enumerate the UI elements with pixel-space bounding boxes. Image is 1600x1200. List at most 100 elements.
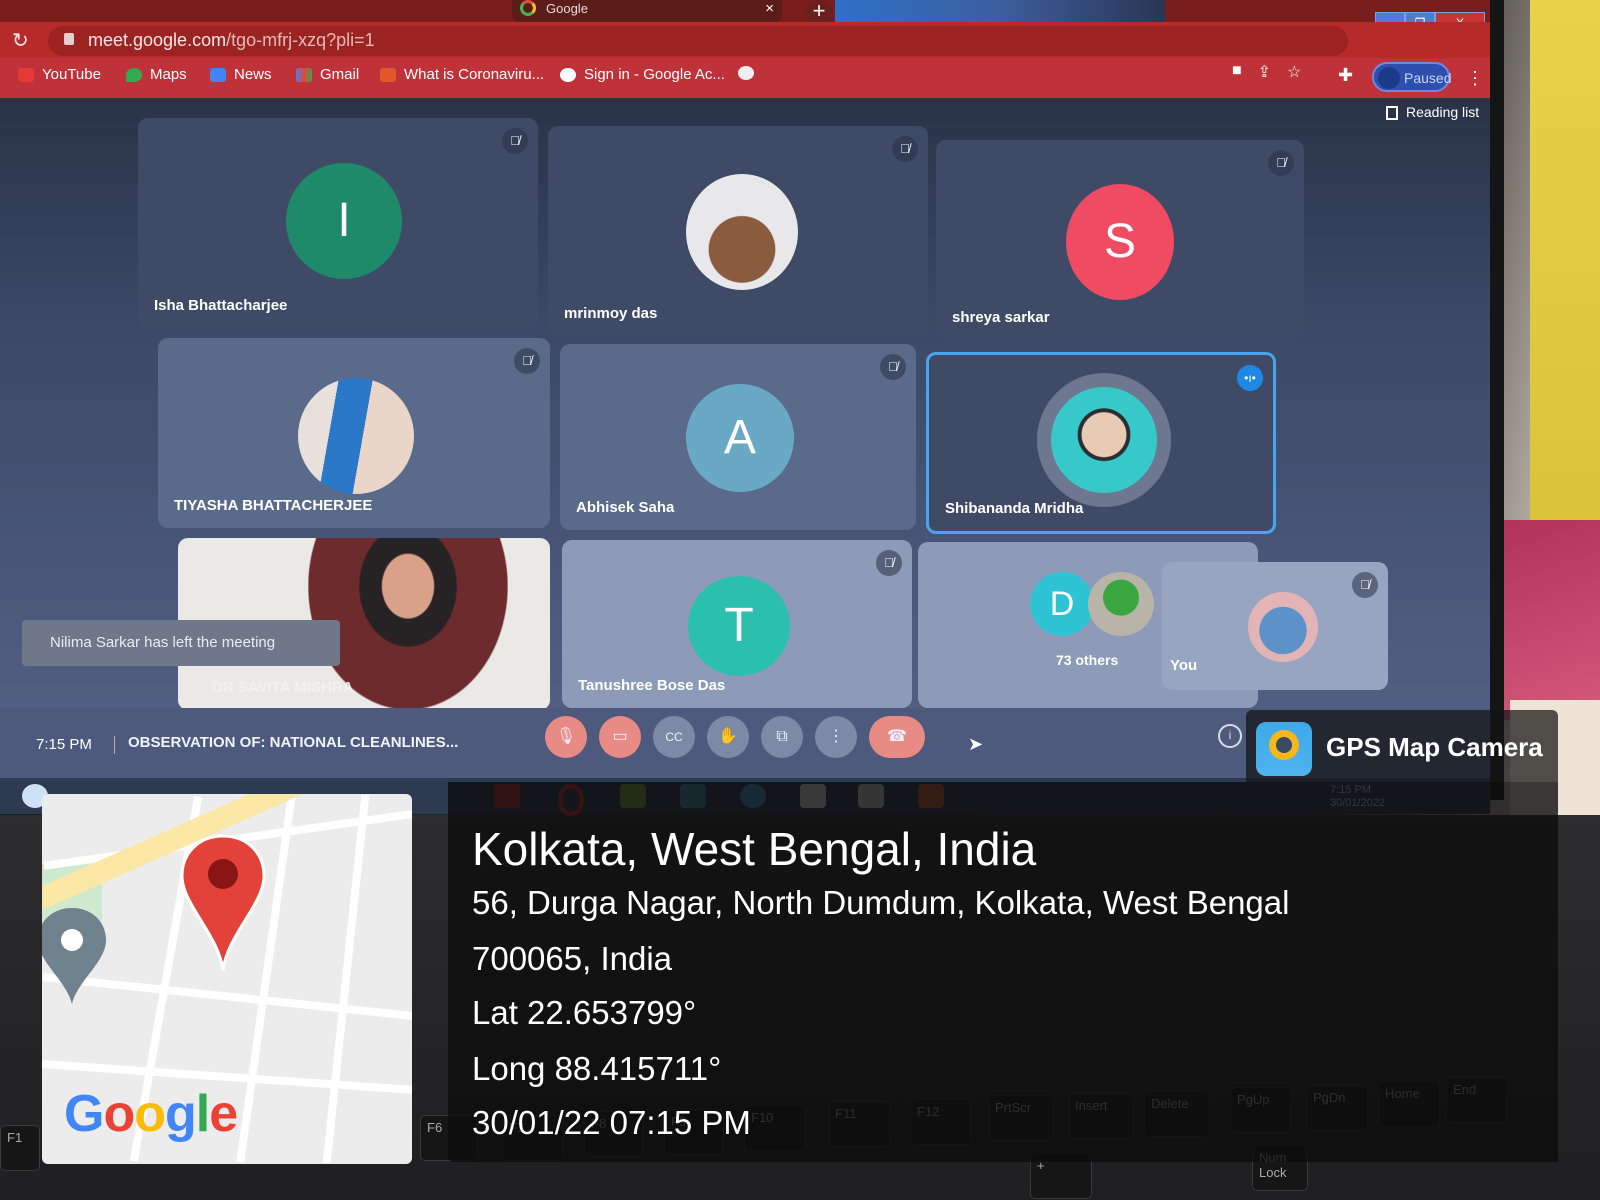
google-favicon-icon (520, 0, 536, 16)
participant-name: Shibananda Mridha (945, 500, 1084, 517)
gps-map-camera-logo-icon (1256, 722, 1312, 776)
url-text: meet.google.com/tgo-mfrj-xzq?pli=1 (88, 30, 375, 50)
google-map-logo: Google (64, 1085, 238, 1143)
gps-address-line1: 56, Durga Nagar, North Dumdum, Kolkata, … (472, 884, 1290, 921)
mic-off-icon: 🎙̸ (892, 136, 918, 162)
location-map: Google (42, 794, 412, 1164)
raise-hand-button[interactable]: ✋ (707, 716, 749, 758)
gps-longitude: Long 88.415711° (472, 1050, 722, 1087)
participant-tile[interactable]: 🎙̸ TIYASHA BHATTACHERJEE (158, 338, 550, 528)
self-label: You (1170, 657, 1198, 674)
captions-button[interactable]: CC (653, 716, 695, 758)
tab-label: Google (546, 1, 588, 16)
toolbar-icons: ■ ⇪ ☆ (1232, 62, 1301, 82)
profile-avatar (1378, 67, 1400, 89)
participant-name: shreya sarkar (952, 309, 1050, 326)
participant-photo (686, 174, 798, 290)
more-options-button[interactable]: ⋮ (815, 716, 857, 758)
profile-button[interactable]: Paused (1372, 62, 1451, 92)
participant-tile-active-speaker[interactable]: •ı• Shibananda Mridha (926, 352, 1276, 534)
self-view-tile[interactable]: 🎙̸ You (1162, 562, 1388, 690)
others-photo (1088, 572, 1154, 636)
mouse-cursor-icon: ➤ (968, 734, 984, 754)
participant-avatar: T (688, 576, 790, 676)
participant-name: Tanushree Bose Das (578, 677, 726, 694)
self-photo (1248, 592, 1318, 662)
key-f1: F1 (0, 1125, 40, 1171)
others-avatar: D (1030, 572, 1094, 636)
gps-datetime: 30/01/22 07:15 PM (472, 1104, 751, 1141)
participant-tile[interactable]: A 🎙̸ Abhisek Saha (560, 344, 916, 530)
gps-app-name: GPS Map Camera (1326, 732, 1543, 762)
laptop-screen: Google × + ⌄ – ❐ X ↻ meet.google.com/tgo… (0, 0, 1504, 816)
participant-avatar: A (686, 384, 794, 492)
participant-name: Isha Bhattacharjee (154, 297, 288, 314)
extensions-icon[interactable]: ✚ (1338, 65, 1353, 86)
participant-photo (298, 378, 414, 494)
participant-left-toast: Nilima Sarkar has left the meeting (22, 620, 340, 666)
participant-tile[interactable]: I 🎙̸ Isha Bhattacharjee (138, 118, 538, 328)
globe-icon (738, 66, 754, 80)
participant-name: mrinmoy das (564, 305, 658, 322)
leave-call-button[interactable]: ☎ (869, 716, 925, 758)
background-yellow-object (1530, 0, 1600, 560)
news-icon (210, 67, 226, 82)
share-icon[interactable]: ⇪ (1258, 62, 1271, 82)
bookmark-star-icon[interactable]: ☆ (1287, 62, 1301, 82)
tab-bar: Google × + (0, 0, 1490, 30)
bookmark-gmail[interactable]: Gmail (296, 66, 359, 83)
red-location-pin-icon (180, 834, 266, 971)
bookmark-globe[interactable] (738, 66, 754, 80)
tab-close-icon[interactable]: × (765, 0, 774, 18)
reading-list-button[interactable]: Reading list (1386, 104, 1479, 121)
gps-city: Kolkata, West Bengal, India (472, 823, 1037, 875)
gmail-icon (296, 67, 312, 82)
bookmark-maps[interactable]: Maps (126, 66, 187, 83)
bookmark-coronavirus[interactable]: What is Coronaviru... (380, 66, 544, 83)
participant-avatar: S (1066, 184, 1174, 300)
bookmark-news[interactable]: News (210, 66, 272, 83)
youtube-icon (18, 67, 34, 82)
tab-google[interactable]: Google × (512, 0, 782, 22)
lock-icon (64, 33, 74, 45)
camera-off-button[interactable]: ▭ (599, 716, 641, 758)
browser-menu-icon[interactable]: ⋮ (1466, 68, 1484, 89)
gps-address-line2: 700065, India (472, 940, 673, 977)
call-controls: 🎙 ▭ CC ✋ ⧉ ⋮ ☎ (545, 716, 925, 758)
divider (114, 736, 115, 754)
mic-off-icon: 🎙̸ (880, 354, 906, 380)
bookmark-google-signin[interactable]: Sign in - Google Ac... (560, 66, 725, 83)
participant-photo (1051, 387, 1157, 493)
grey-location-pin-icon (42, 908, 106, 1004)
participant-avatar: I (286, 163, 402, 279)
participant-tile[interactable]: S 🎙̸ shreya sarkar (936, 140, 1304, 340)
participant-tile[interactable]: 🎙̸ mrinmoy das (548, 126, 928, 336)
mic-off-icon: 🎙̸ (514, 348, 540, 374)
mic-off-icon: 🎙̸ (1268, 150, 1294, 176)
mic-off-button[interactable]: 🎙 (545, 716, 587, 758)
reload-icon[interactable]: ↻ (12, 28, 29, 53)
participant-name: TIYASHA BHATTACHERJEE (174, 497, 373, 514)
camera-indicator-icon[interactable]: ■ (1232, 62, 1242, 82)
participant-name: Abhisek Saha (576, 499, 675, 516)
google-icon (560, 67, 576, 82)
gps-latitude: Lat 22.653799° (472, 994, 697, 1031)
bookmark-youtube[interactable]: YouTube (18, 66, 101, 83)
url-field[interactable]: meet.google.com/tgo-mfrj-xzq?pli=1 (48, 26, 1348, 56)
maps-icon (126, 67, 142, 82)
gps-app-header: GPS Map Camera (1246, 710, 1558, 782)
present-button[interactable]: ⧉ (761, 716, 803, 758)
mic-off-icon: 🎙̸ (502, 128, 528, 154)
et-icon (380, 67, 396, 82)
mic-off-icon: 🎙̸ (1352, 572, 1378, 598)
mic-off-icon: 🎙̸ (876, 550, 902, 576)
gps-location-panel: Kolkata, West Bengal, India 56, Durga Na… (448, 782, 1558, 1162)
participant-tile[interactable]: T 🎙̸ Tanushree Bose Das (562, 540, 912, 708)
meeting-title: OBSERVATION OF: NATIONAL CLEANLINES... (128, 734, 459, 751)
speaking-indicator-icon: •ı• (1237, 365, 1263, 391)
address-bar-row: ↻ meet.google.com/tgo-mfrj-xzq?pli=1 (0, 22, 1490, 58)
participant-name: DR SAVITA MISHRA (212, 679, 354, 696)
map-road (322, 794, 370, 1164)
meeting-details-icon[interactable]: i (1218, 724, 1242, 748)
others-count: 73 others (1056, 652, 1119, 668)
